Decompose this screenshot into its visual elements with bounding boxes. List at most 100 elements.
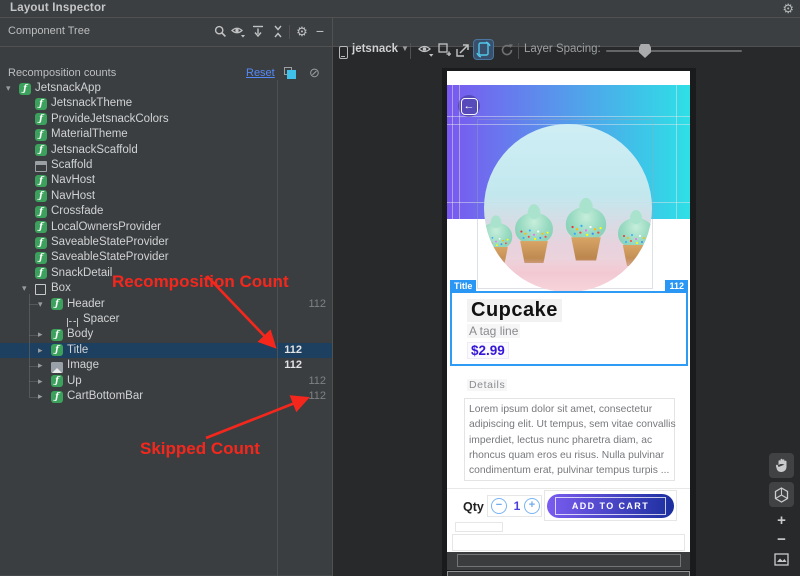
tree-row-providejetsnackcolors[interactable]: ProvideJetsnackColors bbox=[0, 112, 332, 127]
composable-icon bbox=[51, 391, 63, 403]
chevron-down-icon[interactable]: ▾ bbox=[6, 81, 11, 96]
qty-decrease-button[interactable]: − bbox=[491, 498, 507, 514]
pick-component-icon[interactable] bbox=[438, 41, 452, 59]
view-options-icon[interactable] bbox=[230, 23, 246, 39]
tree-row-saveablestateprovider[interactable]: SaveableStateProvider bbox=[0, 250, 332, 265]
layout-bounds bbox=[455, 522, 503, 532]
scaffold-icon bbox=[35, 161, 47, 172]
collapse-all-icon[interactable] bbox=[270, 23, 286, 39]
component-tree-title: Component Tree bbox=[8, 25, 90, 37]
tree-item-label: Spacer bbox=[83, 312, 119, 327]
toolbar-separator bbox=[289, 25, 290, 39]
spacer-icon bbox=[67, 318, 78, 327]
device-view-options-icon[interactable] bbox=[418, 41, 434, 59]
toolbar-separator bbox=[518, 43, 519, 59]
product-image[interactable] bbox=[484, 124, 652, 292]
tree-row-saveablestateprovider[interactable]: SaveableStateProvider bbox=[0, 235, 332, 250]
composable-icon bbox=[35, 190, 47, 202]
chevron-down-icon[interactable]: ▾ bbox=[22, 281, 27, 296]
selection-label-badge: Title bbox=[450, 280, 476, 293]
tree-item-label: CartBottomBar bbox=[67, 389, 143, 404]
annotation-skipped-count: Skipped Count bbox=[140, 439, 260, 459]
composable-icon bbox=[19, 83, 31, 95]
annotation-recomposition-count: Recomposition Count bbox=[112, 272, 289, 292]
tree-item-label: JetsnackTheme bbox=[51, 96, 132, 111]
tree-row-body[interactable]: ▸Body bbox=[0, 327, 332, 342]
live-updates-toggle[interactable] bbox=[473, 39, 494, 60]
tree-row-title[interactable]: ▸ Title 112 bbox=[0, 343, 332, 358]
refresh-icon[interactable] bbox=[500, 41, 514, 59]
chevron-right-icon[interactable]: ▸ bbox=[38, 374, 43, 389]
composable-icon bbox=[35, 221, 47, 233]
hide-panel-icon[interactable]: − bbox=[312, 23, 328, 39]
device-screenshot[interactable]: ← Title 112 Cupcake A tag line $2.99 Det… bbox=[447, 71, 690, 552]
tree-row-cartbottombar[interactable]: ▸ CartBottomBar 112 bbox=[0, 389, 332, 404]
skipped-count: 112 bbox=[302, 297, 326, 312]
qty-label: Qty bbox=[463, 500, 484, 514]
expand-all-icon[interactable] bbox=[250, 23, 266, 39]
composable-icon bbox=[35, 175, 47, 187]
zoom-to-fit-button[interactable] bbox=[769, 547, 794, 572]
add-to-cart-button[interactable]: ADD TO CART bbox=[547, 494, 674, 518]
tree-row-scaffold[interactable]: Scaffold bbox=[0, 158, 332, 173]
composable-icon bbox=[35, 206, 47, 218]
qty-increase-button[interactable]: + bbox=[524, 498, 540, 514]
search-icon[interactable] bbox=[212, 23, 228, 39]
device-icon bbox=[339, 43, 348, 61]
tree-item-label: Box bbox=[51, 281, 71, 296]
tree-row-localownersprovider[interactable]: LocalOwnersProvider bbox=[0, 220, 332, 235]
layout-inspector-window: Layout Inspector ⚙ Component Tree ⚙ − je… bbox=[0, 0, 800, 576]
chevron-down-icon[interactable]: ▼ bbox=[401, 44, 409, 53]
tree-row-crossfade[interactable]: Crossfade bbox=[0, 204, 332, 219]
tree-item-label: Header bbox=[67, 297, 105, 312]
export-icon[interactable] bbox=[456, 41, 470, 59]
chevron-down-icon[interactable]: ▾ bbox=[38, 297, 43, 312]
composable-icon bbox=[35, 113, 47, 125]
product-name: Cupcake bbox=[467, 299, 562, 322]
panel-divider[interactable] bbox=[332, 18, 333, 576]
layout-bounds bbox=[457, 554, 681, 567]
pan-tool-button[interactable] bbox=[769, 453, 794, 478]
composable-icon bbox=[51, 344, 63, 356]
tree-item-label: Image bbox=[67, 358, 99, 373]
tree-item-label: Title bbox=[67, 343, 88, 358]
chevron-right-icon[interactable]: ▸ bbox=[38, 358, 43, 373]
tree-row-header[interactable]: ▾ Header 112 bbox=[0, 297, 332, 312]
details-line: Lorem ipsum dolor sit amet, consectetur bbox=[469, 402, 670, 417]
window-title: Layout Inspector bbox=[10, 2, 106, 14]
tree-item-label: SaveableStateProvider bbox=[51, 250, 169, 265]
tree-row-spacer[interactable]: Spacer bbox=[0, 312, 332, 327]
tree-row-materialtheme[interactable]: MaterialTheme bbox=[0, 127, 332, 142]
tree-row-jetsnackapp[interactable]: ▾ JetsnackApp bbox=[0, 81, 332, 96]
skipped-count: 112 bbox=[302, 389, 326, 404]
recomposition-count: 112 bbox=[276, 343, 302, 358]
details-line: adipiscing elit. Ut tempus, sem vitae co… bbox=[469, 417, 670, 432]
composable-icon bbox=[51, 375, 63, 387]
tree-settings-icon[interactable]: ⚙ bbox=[294, 24, 310, 40]
composable-icon bbox=[35, 144, 47, 156]
tree-item-label: SnackDetail bbox=[51, 266, 112, 281]
settings-icon[interactable]: ⚙ bbox=[782, 1, 794, 17]
tree-row-navhost[interactable]: NavHost bbox=[0, 189, 332, 204]
tree-row-up[interactable]: ▸Up112 bbox=[0, 374, 332, 389]
tree-row-jetsnackscaffold[interactable]: JetsnackScaffold bbox=[0, 143, 332, 158]
tree-item-label: NavHost bbox=[51, 173, 95, 188]
guide-line bbox=[447, 116, 690, 117]
tree-row-image[interactable]: ▸ Image 112 bbox=[0, 358, 332, 373]
composable-icon bbox=[35, 129, 47, 141]
3d-mode-button[interactable] bbox=[769, 482, 794, 507]
recomposition-count: 112 bbox=[276, 358, 302, 373]
tree-row-navhost[interactable]: NavHost bbox=[0, 173, 332, 188]
process-selector[interactable]: jetsnack bbox=[352, 43, 398, 55]
tree-item-label: JetsnackApp bbox=[35, 81, 101, 96]
details-line: rhoncus quam eros eu risus. Nulla pulvin… bbox=[469, 448, 670, 463]
tree-item-label: LocalOwnersProvider bbox=[51, 220, 161, 235]
chevron-right-icon[interactable]: ▸ bbox=[38, 327, 43, 342]
window-titlebar: Layout Inspector ⚙ bbox=[0, 0, 800, 18]
back-button[interactable]: ← bbox=[458, 95, 480, 117]
tree-row-jetsnacktheme[interactable]: JetsnackTheme bbox=[0, 96, 332, 111]
chevron-right-icon[interactable]: ▸ bbox=[38, 343, 43, 358]
chevron-right-icon[interactable]: ▸ bbox=[38, 389, 43, 404]
layer-spacing-slider[interactable] bbox=[606, 50, 742, 52]
component-tree-panel: Recomposition counts Reset ⊘ ▾JetsnackAp… bbox=[0, 18, 332, 576]
